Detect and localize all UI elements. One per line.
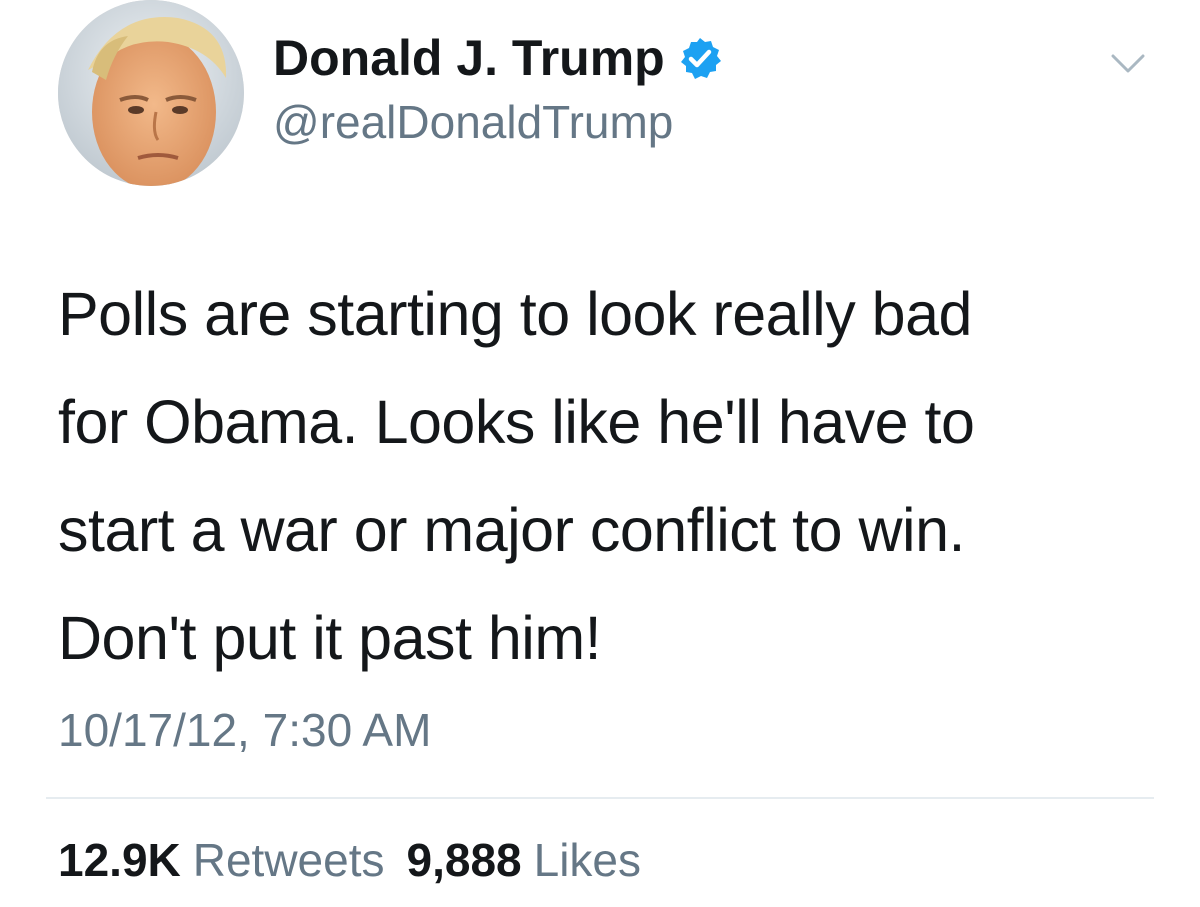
likes-stat[interactable]: 9,888 Likes <box>407 830 642 890</box>
tweet-line: Polls are starting to look really bad <box>58 280 972 348</box>
likes-count: 9,888 <box>406 834 522 886</box>
handle[interactable]: @realDonaldTrump <box>273 94 673 150</box>
retweets-count: 12.9K <box>58 834 181 886</box>
profile-photo <box>58 0 244 186</box>
timestamp[interactable]: 10/17/12, 7:30 AM <box>58 700 431 760</box>
chevron-down-icon[interactable] <box>1108 48 1148 78</box>
retweets-stat[interactable]: 12.9K Retweets <box>58 830 385 890</box>
tweet-line: for Obama. Looks like he'll have to <box>58 388 975 456</box>
avatar[interactable] <box>58 0 244 186</box>
tweet-text: Polls are starting to look really bad fo… <box>58 260 1168 692</box>
retweets-label: Retweets <box>192 834 385 886</box>
likes-label: Likes <box>533 834 642 886</box>
display-name[interactable]: Donald J. Trump <box>273 28 665 88</box>
display-name-row[interactable]: Donald J. Trump <box>273 28 723 88</box>
tweet-line: Don't put it past him! <box>58 604 602 672</box>
engagement-stats: 12.9K Retweets 9,888 Likes <box>58 830 663 890</box>
tweet-line: start a war or major conflict to win. <box>58 496 965 564</box>
verified-badge-icon <box>677 35 723 81</box>
divider <box>46 797 1154 799</box>
